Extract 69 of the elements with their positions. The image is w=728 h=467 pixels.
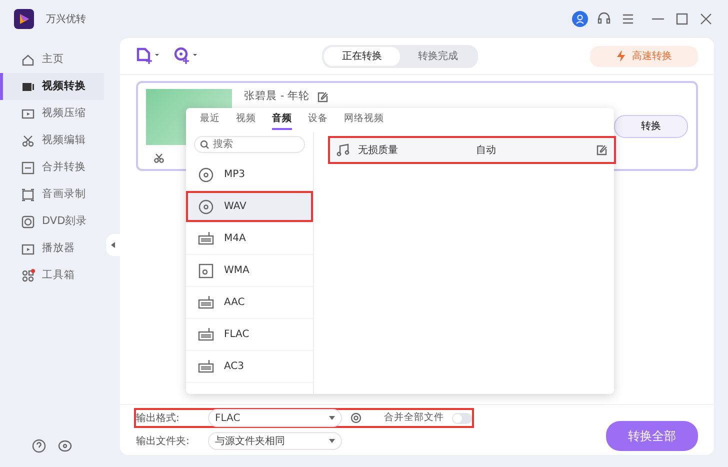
maximize-icon[interactable] xyxy=(674,11,690,27)
tab[interactable]: 转换完成 xyxy=(400,46,476,66)
collapse-handle[interactable] xyxy=(106,234,120,256)
folder-dropdown[interactable]: 与源文件夹相同 xyxy=(208,432,342,450)
sidebar-item[interactable]: DVD刻录 xyxy=(0,208,104,235)
scissors-icon[interactable] xyxy=(154,153,164,163)
speaker-icon xyxy=(198,294,214,310)
close-icon[interactable] xyxy=(698,11,714,27)
feedback-icon[interactable] xyxy=(58,439,72,453)
sidebar-item[interactable]: 播放器 xyxy=(0,235,104,262)
merge-toggle[interactable] xyxy=(452,412,472,424)
edit-icon[interactable] xyxy=(596,144,608,156)
video-frame-icon xyxy=(21,106,35,120)
music-note-icon xyxy=(336,143,350,157)
merge-label: 合并全部文件 xyxy=(384,410,444,425)
user-avatar-icon[interactable] xyxy=(572,11,588,27)
convert-all-button[interactable]: 转换全部 xyxy=(606,421,698,451)
sidebar-item[interactable]: 视频转换 xyxy=(0,73,104,100)
app-logo xyxy=(14,9,34,29)
tab[interactable]: 设备 xyxy=(308,110,328,130)
audio-file-icon xyxy=(198,262,214,278)
add-disc-icon[interactable] xyxy=(174,47,198,65)
scissors-icon xyxy=(21,134,35,148)
preset-row[interactable]: 无损质量 自动 xyxy=(328,136,616,164)
lightning-icon xyxy=(616,50,626,62)
sidebar-item[interactable]: 音画录制 xyxy=(0,181,104,208)
settings-icon[interactable] xyxy=(350,412,362,424)
file-title: 张碧晨 - 年轮 xyxy=(244,89,310,104)
search-icon xyxy=(200,140,209,149)
preset-name: 无损质量 xyxy=(358,144,399,158)
preset-value: 自动 xyxy=(476,144,496,158)
help-icon[interactable] xyxy=(32,439,46,453)
disc-icon xyxy=(198,166,214,182)
disc-icon xyxy=(198,198,214,214)
search-field[interactable]: 搜索 xyxy=(194,136,305,153)
tab[interactable]: 最近 xyxy=(200,110,220,130)
sidebar-item[interactable]: 工具箱 xyxy=(0,262,104,289)
speaker-icon xyxy=(198,358,214,374)
format-item[interactable]: FLAC xyxy=(186,319,313,351)
sidebar-item[interactable]: 视频编辑 xyxy=(0,127,104,154)
format-item[interactable]: AC3 xyxy=(186,351,313,383)
sidebar-item[interactable]: 合并转换 xyxy=(0,154,104,181)
disc-icon xyxy=(21,214,35,228)
speaker-icon xyxy=(198,230,214,246)
format-dropdown[interactable]: FLAC xyxy=(208,409,342,427)
format-item[interactable]: AAC xyxy=(186,287,313,319)
tab[interactable]: 音频 xyxy=(272,110,292,130)
merge-icon xyxy=(21,160,35,174)
format-item[interactable]: WAV xyxy=(186,191,313,223)
tab[interactable]: 视频 xyxy=(236,110,256,130)
tab[interactable]: 正在转换 xyxy=(324,46,400,66)
add-file-icon[interactable] xyxy=(136,47,160,65)
home-icon xyxy=(21,52,35,66)
speaker-icon xyxy=(198,326,214,342)
caret-icon xyxy=(110,242,116,248)
sidebar-item[interactable]: 视频压缩 xyxy=(0,100,104,127)
record-icon xyxy=(21,188,35,202)
convert-button[interactable]: 转换 xyxy=(614,115,688,138)
caret-icon xyxy=(329,439,335,443)
caret-icon xyxy=(329,416,335,420)
field-label: 输出格式: xyxy=(136,412,180,426)
format-item[interactable]: WMA xyxy=(186,255,313,287)
player-icon xyxy=(21,242,35,256)
format-item[interactable]: M4A xyxy=(186,223,313,255)
tab[interactable]: 网络视频 xyxy=(344,110,384,130)
sidebar-item[interactable]: 主页 xyxy=(0,46,104,73)
app-title: 万兴优转 xyxy=(46,12,86,26)
field-label: 输出文件夹: xyxy=(136,434,190,448)
edit-icon[interactable] xyxy=(317,91,330,103)
